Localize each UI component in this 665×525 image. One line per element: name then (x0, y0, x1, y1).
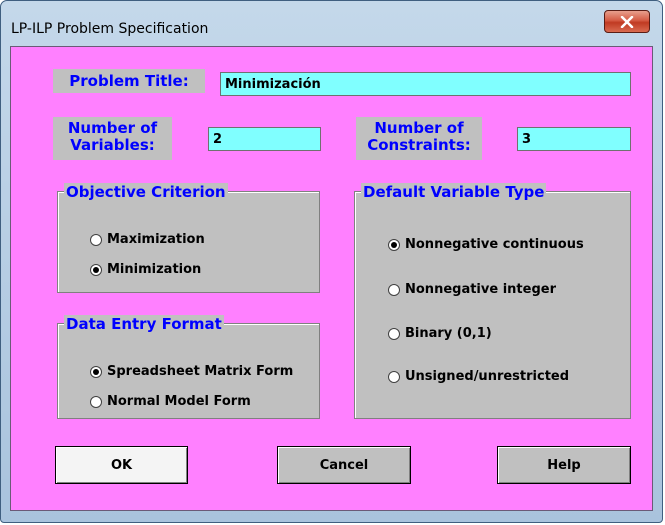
num-variables-label-line1: Number of (67, 119, 158, 137)
radio-binary[interactable]: Binary (0,1) (388, 326, 492, 341)
help-button[interactable]: Help (497, 446, 631, 484)
radio-minimization[interactable]: Minimization (90, 262, 201, 277)
radio-nonnegative-integer-indicator (388, 283, 400, 296)
radio-unsigned-unrestricted-label: Unsigned/unrestricted (405, 369, 570, 384)
default-variable-type-group: Default Variable Type Nonnegative contin… (354, 183, 631, 419)
radio-unsigned-unrestricted[interactable]: Unsigned/unrestricted (388, 369, 569, 384)
radio-normal-model-label: Normal Model Form (107, 394, 251, 409)
radio-maximization[interactable]: Maximization (90, 232, 205, 247)
radio-normal-model[interactable]: Normal Model Form (90, 394, 251, 409)
window-title: LP-ILP Problem Specification (11, 21, 209, 37)
radio-minimization-indicator (90, 263, 102, 276)
radio-nonnegative-continuous-label: Nonnegative continuous (405, 237, 584, 252)
num-variables-label-line2: Variables: (70, 136, 155, 154)
num-constraints-label-line1: Number of (374, 119, 464, 137)
objective-criterion-group: Objective Criterion Maximization Minimiz… (57, 183, 320, 293)
num-variables-label: Number of Variables: (53, 117, 172, 160)
dialog-window: LP-ILP Problem Specification Problem Tit… (0, 0, 663, 523)
radio-spreadsheet-matrix-label: Spreadsheet Matrix Form (107, 364, 294, 379)
num-constraints-label: Number of Constraints: (356, 117, 482, 160)
cancel-button[interactable]: Cancel (277, 446, 411, 484)
num-constraints-input[interactable] (517, 127, 631, 151)
num-constraints-label-line2: Constraints: (367, 136, 471, 154)
close-icon (620, 16, 634, 28)
radio-minimization-label: Minimization (107, 262, 202, 277)
objective-criterion-title: Objective Criterion (64, 183, 228, 201)
radio-maximization-label: Maximization (107, 232, 205, 247)
radio-normal-model-indicator (90, 395, 102, 408)
radio-unsigned-unrestricted-indicator (388, 370, 400, 383)
data-entry-format-title: Data Entry Format (64, 315, 224, 333)
radio-nonnegative-continuous-indicator (388, 238, 400, 251)
data-entry-format-group: Data Entry Format Spreadsheet Matrix For… (57, 315, 320, 419)
close-button[interactable] (604, 10, 650, 33)
radio-nonnegative-continuous[interactable]: Nonnegative continuous (388, 237, 584, 252)
radio-nonnegative-integer[interactable]: Nonnegative integer (388, 282, 556, 297)
problem-title-input[interactable] (220, 72, 631, 96)
default-variable-type-title: Default Variable Type (361, 183, 547, 201)
ok-button[interactable]: OK (55, 446, 188, 484)
dialog-client-area: Problem Title: Number of Variables: Numb… (10, 46, 653, 511)
num-variables-input[interactable] (208, 127, 321, 151)
radio-nonnegative-integer-label: Nonnegative integer (405, 282, 556, 297)
radio-binary-indicator (388, 327, 400, 340)
problem-title-label: Problem Title: (53, 69, 205, 93)
radio-spreadsheet-matrix-indicator (90, 365, 102, 378)
title-bar[interactable]: LP-ILP Problem Specification (1, 1, 664, 41)
radio-maximization-indicator (90, 233, 102, 246)
radio-spreadsheet-matrix[interactable]: Spreadsheet Matrix Form (90, 364, 293, 379)
radio-binary-label: Binary (0,1) (405, 326, 492, 341)
